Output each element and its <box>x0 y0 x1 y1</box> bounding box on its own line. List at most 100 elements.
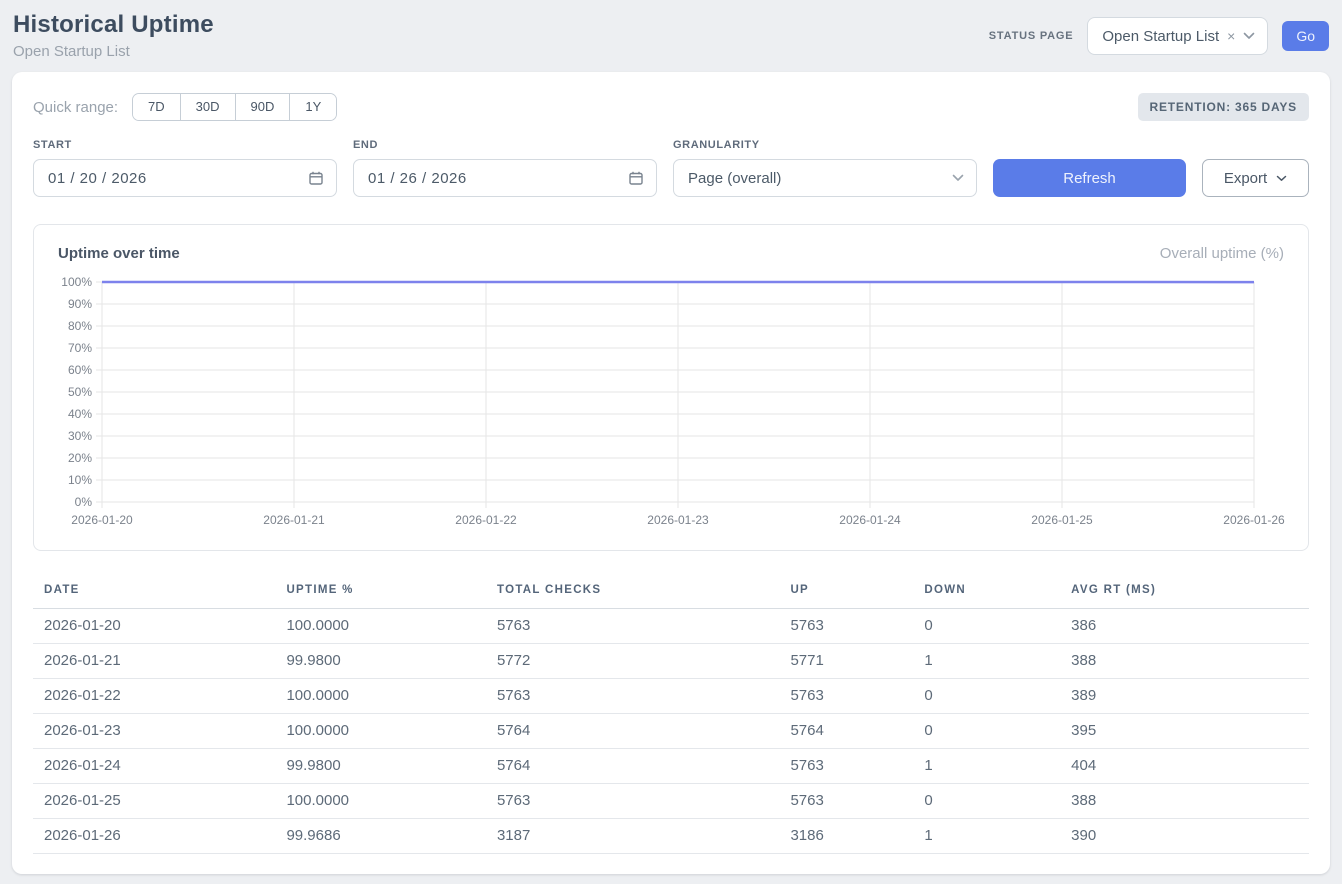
calendar-icon[interactable] <box>628 170 644 186</box>
quick-range-7d-button[interactable]: 7D <box>133 94 180 120</box>
retention-badge: RETENTION: 365 DAYS <box>1138 93 1309 121</box>
page-subtitle: Open Startup List <box>13 43 214 60</box>
chart-header: Uptime over time Overall uptime (%) <box>58 245 1284 262</box>
cell-date: 2026-01-24 <box>33 749 275 784</box>
cell-date: 2026-01-21 <box>33 644 275 679</box>
svg-text:30%: 30% <box>68 429 92 443</box>
cell-uptime: 99.9686 <box>275 819 486 854</box>
cell-up: 5763 <box>779 749 913 784</box>
cell-total-checks: 5763 <box>486 679 779 714</box>
svg-text:2026-01-25: 2026-01-25 <box>1031 513 1093 527</box>
column-header-avg-rt: AVG RT (MS) <box>1060 576 1309 609</box>
cell-avg-rt: 390 <box>1060 819 1309 854</box>
export-button-label: Export <box>1224 170 1267 187</box>
svg-text:40%: 40% <box>68 407 92 421</box>
svg-text:20%: 20% <box>68 451 92 465</box>
cell-total-checks: 3187 <box>486 819 779 854</box>
svg-text:90%: 90% <box>68 297 92 311</box>
cell-total-checks: 5772 <box>486 644 779 679</box>
cell-up: 5771 <box>779 644 913 679</box>
cell-total-checks: 5764 <box>486 749 779 784</box>
cell-date: 2026-01-25 <box>33 784 275 819</box>
end-date-input[interactable]: 01 / 26 / 2026 <box>353 159 657 197</box>
svg-text:2026-01-21: 2026-01-21 <box>263 513 325 527</box>
page-title: Historical Uptime <box>13 11 214 39</box>
table-row: 2026-01-26 99.9686 3187 3186 1 390 <box>33 819 1309 854</box>
cell-date: 2026-01-22 <box>33 679 275 714</box>
svg-text:60%: 60% <box>68 363 92 377</box>
chevron-down-icon <box>1243 32 1255 40</box>
svg-text:100%: 100% <box>61 275 92 289</box>
cell-uptime: 99.9800 <box>275 749 486 784</box>
cell-uptime: 100.0000 <box>275 714 486 749</box>
table-row: 2026-01-23 100.0000 5764 5764 0 395 <box>33 714 1309 749</box>
quick-range-30d-button[interactable]: 30D <box>180 94 235 120</box>
cell-uptime: 99.9800 <box>275 644 486 679</box>
cell-avg-rt: 404 <box>1060 749 1309 784</box>
table-row: 2026-01-25 100.0000 5763 5763 0 388 <box>33 784 1309 819</box>
export-button[interactable]: Export <box>1202 159 1309 197</box>
cell-total-checks: 5764 <box>486 714 779 749</box>
svg-text:80%: 80% <box>68 319 92 333</box>
filters-row: START 01 / 20 / 2026 END 01 / 26 / 2026 … <box>33 139 1309 197</box>
svg-text:2026-01-20: 2026-01-20 <box>71 513 133 527</box>
status-page-select[interactable]: Open Startup List × <box>1087 17 1268 55</box>
granularity-label: GRANULARITY <box>673 139 977 151</box>
chevron-down-icon <box>1276 175 1287 182</box>
cell-down: 0 <box>913 714 1060 749</box>
clear-selection-icon[interactable]: × <box>1227 29 1235 43</box>
quick-range-1y-button[interactable]: 1Y <box>289 94 336 120</box>
table-header-row: DATE UPTIME % TOTAL CHECKS UP DOWN AVG R… <box>33 576 1309 609</box>
table-row: 2026-01-24 99.9800 5764 5763 1 404 <box>33 749 1309 784</box>
start-date-input[interactable]: 01 / 20 / 2026 <box>33 159 337 197</box>
column-header-down: DOWN <box>913 576 1060 609</box>
cell-up: 5763 <box>779 679 913 714</box>
status-page-label: STATUS PAGE <box>989 30 1074 42</box>
cell-down: 1 <box>913 644 1060 679</box>
granularity-selected-value: Page (overall) <box>688 170 781 187</box>
cell-up: 3186 <box>779 819 913 854</box>
status-page-group: STATUS PAGE Open Startup List × Go <box>989 17 1329 55</box>
uptime-line-chart: 0% 10% 20% 30% 40% 50% 60% 70% 80% 90% 100% 2026-01… <box>58 274 1284 532</box>
svg-text:0%: 0% <box>75 495 93 509</box>
cell-avg-rt: 395 <box>1060 714 1309 749</box>
svg-text:2026-01-24: 2026-01-24 <box>839 513 901 527</box>
column-header-up: UP <box>779 576 913 609</box>
go-button[interactable]: Go <box>1282 21 1329 51</box>
uptime-table: DATE UPTIME % TOTAL CHECKS UP DOWN AVG R… <box>33 576 1309 854</box>
svg-text:10%: 10% <box>68 473 92 487</box>
main-card: Quick range: 7D 30D 90D 1Y RETENTION: 36… <box>12 72 1330 874</box>
uptime-chart-card: Uptime over time Overall uptime (%) 0% 10… <box>33 224 1309 551</box>
end-date-label: END <box>353 139 657 151</box>
quick-range-group: Quick range: 7D 30D 90D 1Y <box>33 93 337 121</box>
cell-up: 5764 <box>779 714 913 749</box>
quick-range-90d-button[interactable]: 90D <box>235 94 290 120</box>
cell-avg-rt: 386 <box>1060 609 1309 644</box>
cell-total-checks: 5763 <box>486 609 779 644</box>
cell-up: 5763 <box>779 784 913 819</box>
column-header-total-checks: TOTAL CHECKS <box>486 576 779 609</box>
end-date-value: 01 / 26 / 2026 <box>368 170 467 187</box>
chevron-down-icon <box>952 174 964 182</box>
granularity-select[interactable]: Page (overall) <box>673 159 977 197</box>
svg-text:2026-01-23: 2026-01-23 <box>647 513 709 527</box>
svg-text:70%: 70% <box>68 341 92 355</box>
cell-avg-rt: 388 <box>1060 644 1309 679</box>
cell-down: 1 <box>913 749 1060 784</box>
svg-text:50%: 50% <box>68 385 92 399</box>
refresh-button[interactable]: Refresh <box>993 159 1186 197</box>
cell-uptime: 100.0000 <box>275 679 486 714</box>
quick-range-buttons: 7D 30D 90D 1Y <box>132 93 337 121</box>
cell-down: 0 <box>913 679 1060 714</box>
status-page-selected-value: Open Startup List <box>1102 28 1219 45</box>
quick-range-label: Quick range: <box>33 99 118 116</box>
cell-avg-rt: 388 <box>1060 784 1309 819</box>
cell-down: 0 <box>913 784 1060 819</box>
start-date-value: 01 / 20 / 2026 <box>48 170 147 187</box>
start-date-label: START <box>33 139 337 151</box>
svg-text:2026-01-26: 2026-01-26 <box>1223 513 1285 527</box>
calendar-icon[interactable] <box>308 170 324 186</box>
column-header-date: DATE <box>33 576 275 609</box>
page-header: Historical Uptime Open Startup List STAT… <box>0 0 1342 72</box>
svg-text:2026-01-22: 2026-01-22 <box>455 513 517 527</box>
